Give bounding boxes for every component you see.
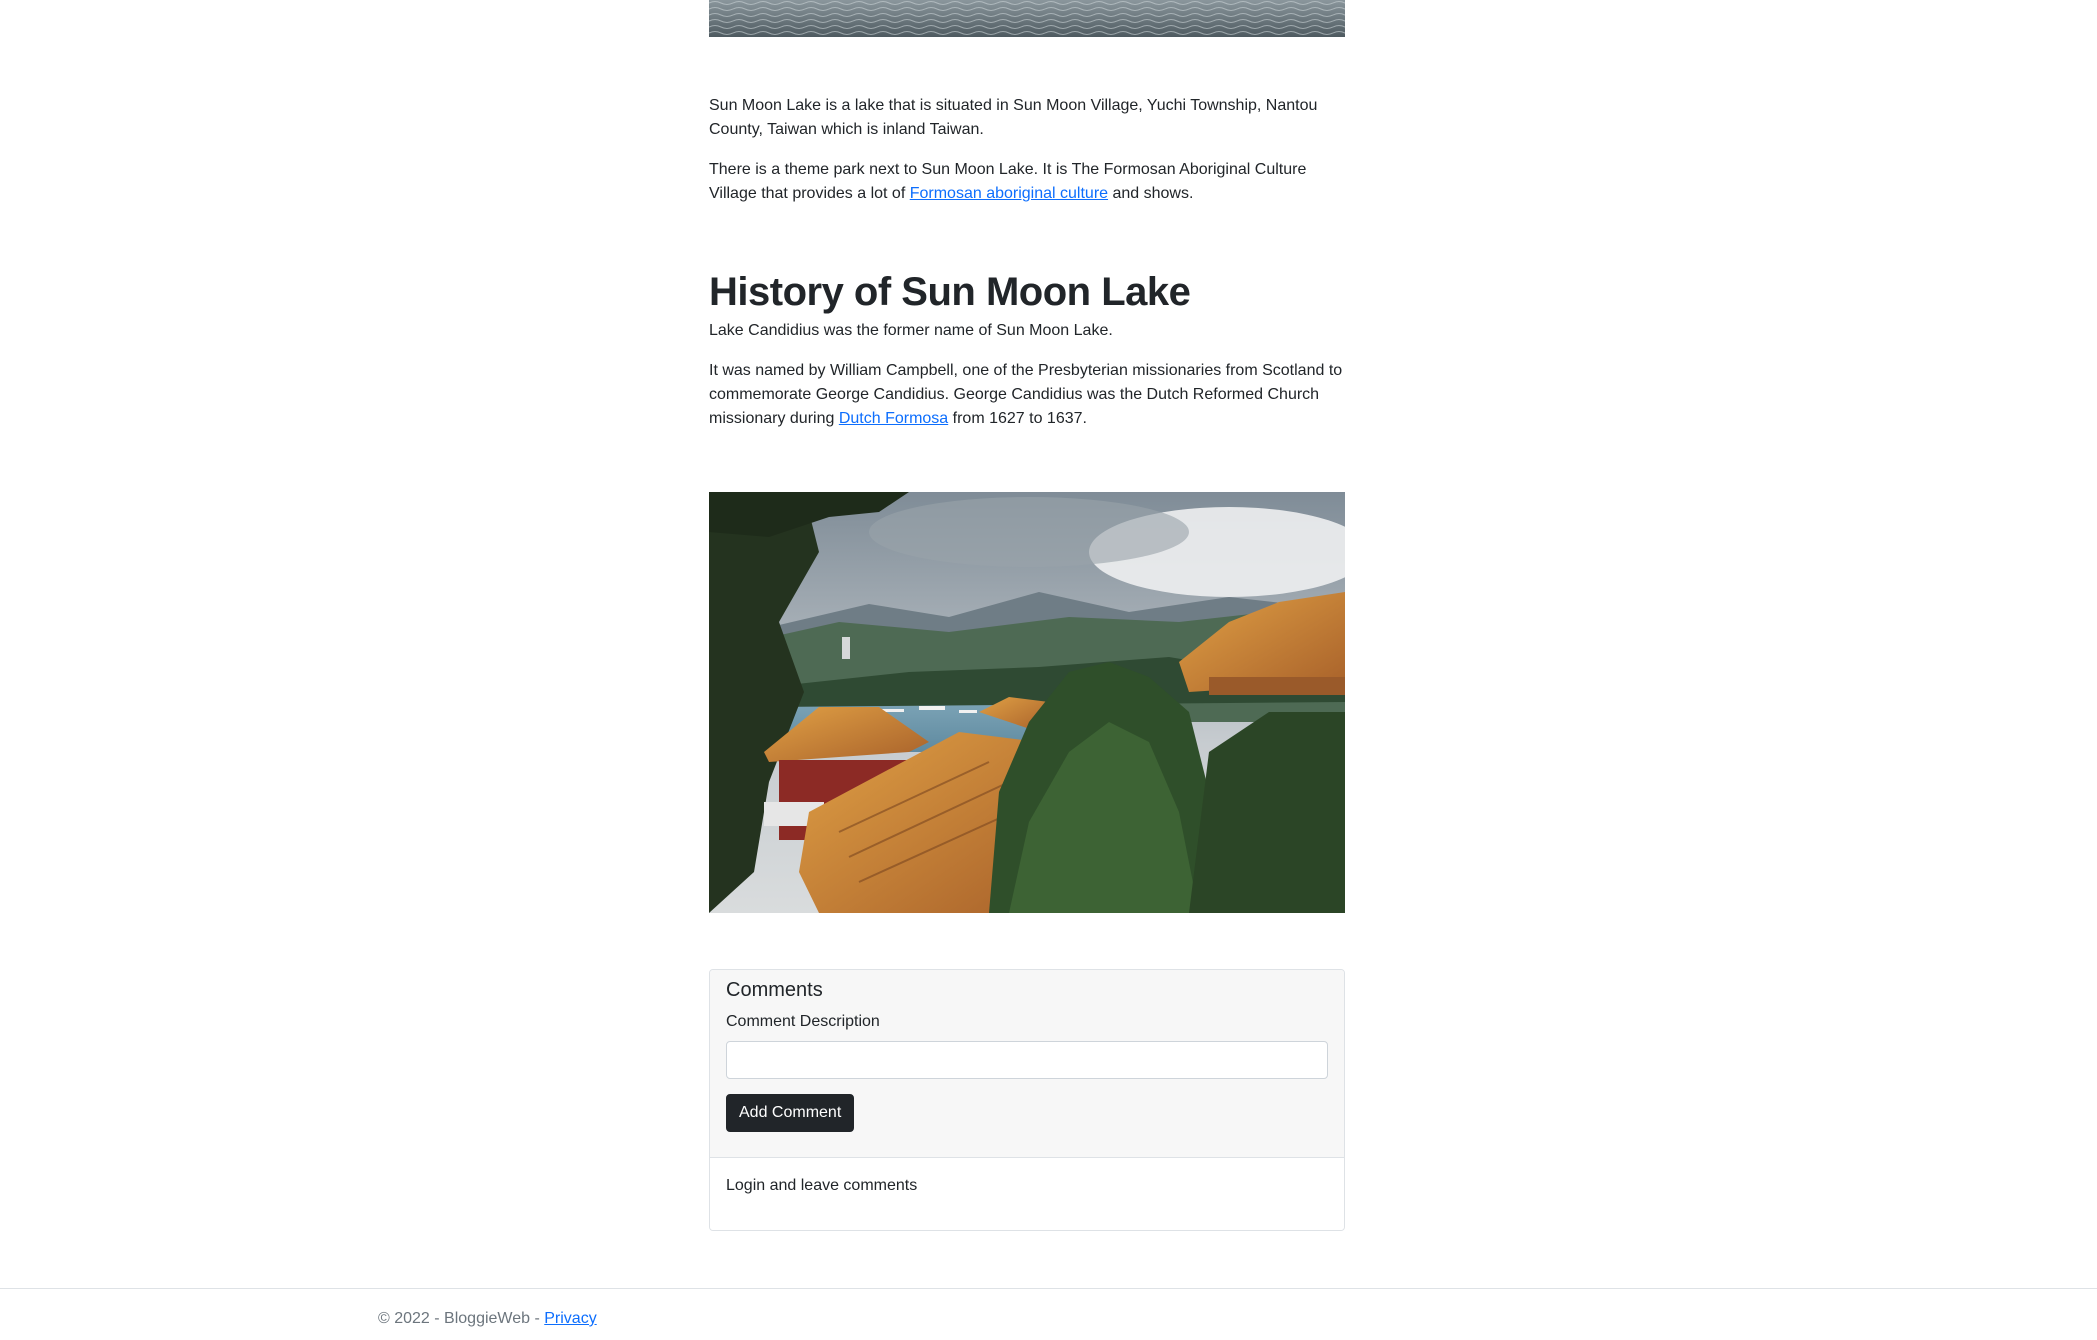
privacy-link[interactable]: Privacy <box>544 1310 596 1327</box>
footer-copyright: © 2022 - BloggieWeb - <box>378 1310 545 1327</box>
naming-text-end: from 1627 to 1637. <box>948 410 1087 427</box>
lake-water-image <box>709 0 1345 37</box>
intro-paragraph: Sun Moon Lake is a lake that is situated… <box>709 97 1318 138</box>
temple-lake-photo <box>709 492 1345 913</box>
page: Sun Moon Lake is a lake that is situated… <box>0 0 2097 1340</box>
comment-description-input[interactable] <box>726 1041 1328 1079</box>
footer: © 2022 - BloggieWeb - Privacy <box>378 1307 597 1331</box>
history-heading: History of Sun Moon Lake <box>709 270 1191 314</box>
login-note: Login and leave comments <box>710 1158 1344 1230</box>
comments-title: Comments <box>726 979 823 1001</box>
theme-park-paragraph: There is a theme park next to Sun Moon L… <box>709 158 1345 206</box>
dutch-formosa-link[interactable]: Dutch Formosa <box>839 410 948 427</box>
add-comment-button[interactable]: Add Comment <box>726 1094 855 1132</box>
former-name-paragraph: Lake Candidius was the former name of Su… <box>709 322 1113 339</box>
naming-paragraph: It was named by William Campbell, one of… <box>709 359 1345 431</box>
comments-form: Comments Comment Description Add Comment <box>710 970 1344 1158</box>
formosan-culture-link[interactable]: Formosan aboriginal culture <box>910 185 1108 202</box>
article-content: Sun Moon Lake is a lake that is situated… <box>709 0 1345 1231</box>
comments-card: Comments Comment Description Add Comment… <box>709 969 1345 1231</box>
footer-divider <box>0 1288 2097 1289</box>
theme-park-text-end: and shows. <box>1108 185 1194 202</box>
comment-description-label: Comment Description <box>726 1013 880 1030</box>
